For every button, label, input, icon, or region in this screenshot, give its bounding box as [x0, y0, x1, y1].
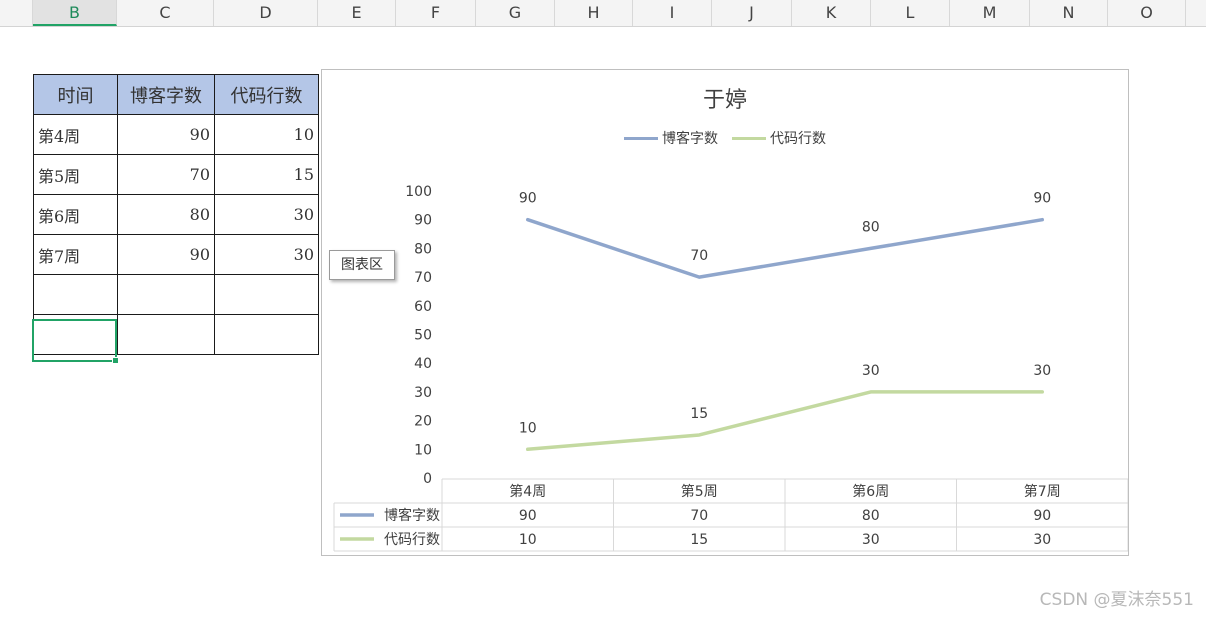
column-header-c[interactable]: C [117, 0, 214, 26]
data-table-value: 10 [519, 532, 537, 548]
table-row: 第5周 70 15 [33, 154, 319, 195]
data-label: 15 [690, 406, 708, 422]
column-header-b[interactable]: B [33, 0, 117, 26]
series-line-1 [526, 217, 1044, 279]
y-tick-label: 10 [414, 442, 432, 458]
header-cell[interactable]: 时间 [33, 74, 118, 115]
table-cell[interactable]: 第7周 [33, 234, 118, 275]
column-header-i[interactable]: I [633, 0, 712, 26]
column-header-m[interactable]: M [950, 0, 1030, 26]
y-tick-label: 0 [423, 471, 432, 487]
selected-cell[interactable] [32, 319, 119, 364]
table-cell[interactable]: 90 [117, 114, 215, 155]
data-label: 30 [862, 363, 880, 379]
table-cell[interactable]: 10 [214, 114, 319, 155]
y-tick-label: 60 [414, 299, 432, 315]
header-cell[interactable]: 代码行数 [214, 74, 319, 115]
column-header-e[interactable]: E [318, 0, 396, 26]
y-tick-label: 90 [414, 213, 432, 229]
data-label: 90 [1033, 191, 1051, 207]
data-table-value: 30 [1033, 532, 1051, 548]
table-cell[interactable] [117, 274, 215, 315]
column-header-o[interactable]: O [1108, 0, 1186, 26]
data-label: 90 [519, 191, 537, 207]
series-line-2 [526, 390, 1044, 452]
table-row: 第7周 90 30 [33, 234, 319, 275]
table-cell[interactable] [214, 314, 319, 355]
table-cell[interactable]: 70 [117, 154, 215, 195]
column-header-f[interactable]: F [396, 0, 476, 26]
column-header-g[interactable]: G [476, 0, 555, 26]
y-tick-label: 40 [414, 356, 432, 372]
x-tick-label: 第5周 [681, 483, 718, 500]
chart-area[interactable]: 于婷 博客字数 代码行数 0 10 20 30 40 50 60 70 80 90 100 90 70 80… [321, 69, 1129, 556]
table-cell[interactable]: 30 [214, 194, 319, 235]
y-tick-label: 20 [414, 414, 432, 430]
data-table-value: 80 [862, 508, 880, 524]
column-header-bar: BCDEFGHIJKLMNO [0, 0, 1206, 27]
line-chart: 0 10 20 30 40 50 60 70 80 90 100 90 70 80 90 10 15 30 30 第4… [333, 184, 1128, 552]
x-tick-label: 第4周 [509, 483, 546, 500]
table-cell[interactable]: 第4周 [33, 114, 118, 155]
column-header-n[interactable]: N [1030, 0, 1108, 26]
column-header-k[interactable]: K [792, 0, 871, 26]
data-table-series-name: 代码行数 [384, 532, 440, 548]
data-table-value: 30 [862, 532, 880, 548]
table-cell[interactable]: 30 [214, 234, 319, 275]
data-label: 30 [1033, 363, 1051, 379]
column-header-j[interactable]: J [712, 0, 792, 26]
y-tick-label: 50 [414, 328, 432, 344]
column-header-h[interactable]: H [555, 0, 633, 26]
table-cell[interactable] [117, 314, 215, 355]
chart-area-tooltip: 图表区 [329, 250, 395, 280]
data-label: 10 [519, 420, 537, 436]
y-tick-label: 80 [414, 241, 432, 257]
table-cell[interactable]: 80 [117, 194, 215, 235]
data-table: 时间 博客字数 代码行数 第4周 90 10 第5周 70 15 第6周 80 30 第7周 90 30 [33, 74, 319, 355]
data-table-value: 70 [690, 508, 708, 524]
column-header-d[interactable]: D [214, 0, 318, 26]
data-table-value: 15 [690, 532, 708, 548]
row-header-corner[interactable] [0, 0, 33, 26]
table-cell[interactable]: 第6周 [33, 194, 118, 235]
x-tick-label: 第6周 [852, 483, 889, 500]
table-cell[interactable] [33, 274, 118, 315]
y-tick-label: 70 [414, 270, 432, 286]
table-cell[interactable] [214, 274, 319, 315]
watermark: CSDN @夏沫奈551 [1039, 590, 1194, 610]
data-table-value: 90 [519, 508, 537, 524]
table-cell[interactable]: 第5周 [33, 154, 118, 195]
table-row [33, 274, 319, 315]
header-cell[interactable]: 博客字数 [117, 74, 215, 115]
table-cell[interactable]: 90 [117, 234, 215, 275]
data-label: 80 [862, 219, 880, 235]
table-header-row: 时间 博客字数 代码行数 [33, 74, 319, 115]
y-tick-label: 100 [405, 184, 432, 200]
data-label: 70 [690, 248, 708, 264]
data-table-series-name: 博客字数 [384, 507, 440, 524]
y-tick-label: 30 [414, 385, 432, 401]
x-tick-label: 第7周 [1024, 483, 1061, 500]
table-row: 第4周 90 10 [33, 114, 319, 155]
table-cell[interactable]: 15 [214, 154, 319, 195]
table-row: 第6周 80 30 [33, 194, 319, 235]
data-table-value: 90 [1033, 508, 1051, 524]
column-header-l[interactable]: L [871, 0, 950, 26]
